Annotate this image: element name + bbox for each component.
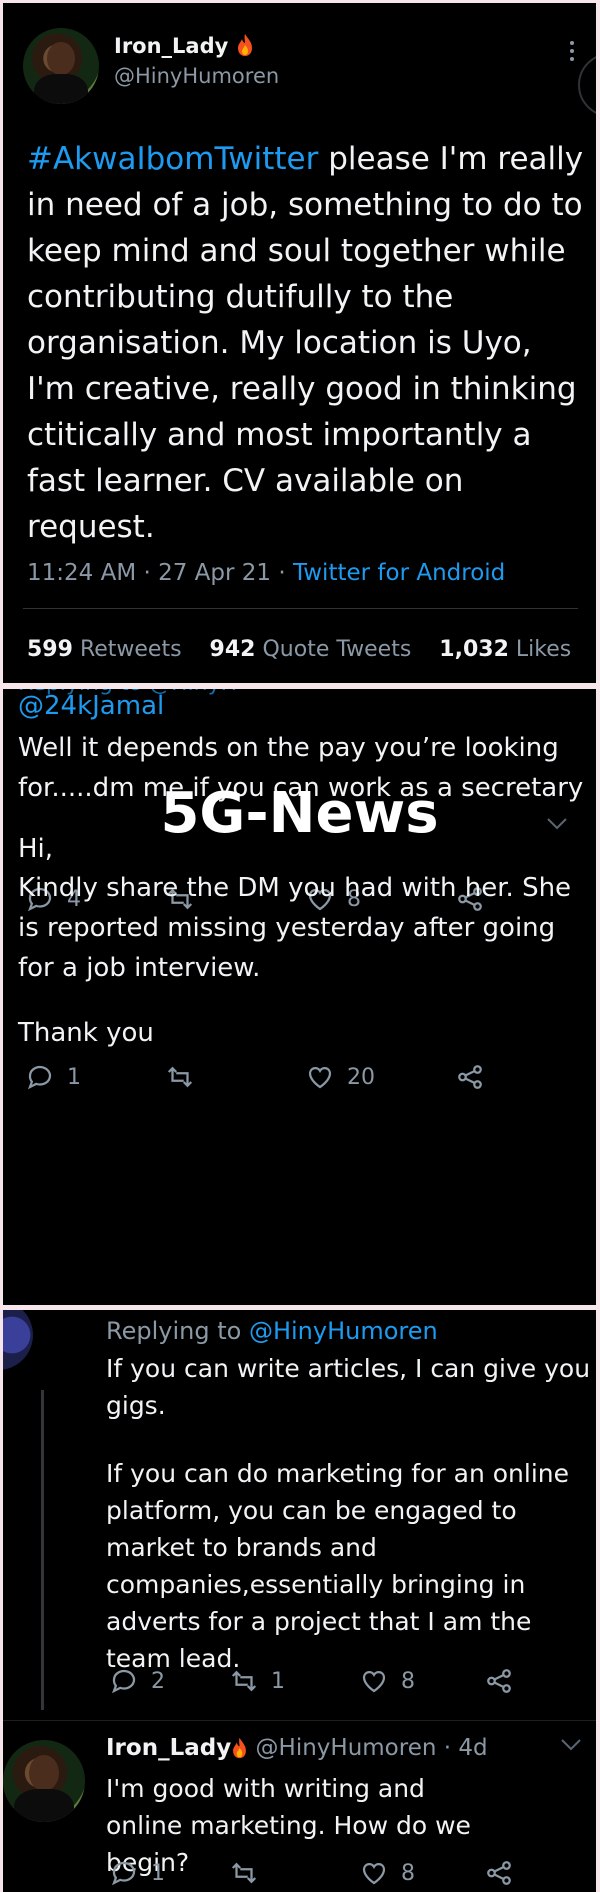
reply-author-mention[interactable]: @24kJamal <box>18 691 164 721</box>
tweet-actions: 1 8 <box>109 1858 579 1888</box>
like-button[interactable]: 8 <box>359 1858 415 1888</box>
hashtag-link[interactable]: #AkwaIbomTwitter <box>27 141 318 177</box>
gig-reply-paragraph: If you can write articles, I can give yo… <box>106 1354 591 1420</box>
share-button[interactable] <box>484 1666 514 1696</box>
fire-emoji-icon <box>237 34 252 56</box>
tweet-source-link[interactable]: Twitter for Android <box>293 560 505 586</box>
share-button[interactable] <box>484 1858 514 1888</box>
quote-tweets-stat[interactable]: 942 Quote Tweets <box>210 637 412 662</box>
avatar[interactable] <box>3 1310 33 1370</box>
tweet-actions: 1 20 <box>25 1062 585 1092</box>
like-icon <box>308 1066 332 1089</box>
divider <box>23 608 578 609</box>
retweet-button[interactable] <box>229 1858 271 1888</box>
tweet-text: #AkwaIbomTwitter please I'm really in ne… <box>27 136 587 550</box>
reply-icon <box>111 1669 136 1694</box>
retweet-icon <box>231 1862 257 1884</box>
reply-header: Iron_Lady @HinyHumoren · 4d <box>106 1735 488 1761</box>
thread-line <box>41 1390 44 1710</box>
tweet-date[interactable]: 27 Apr 21 <box>158 560 271 586</box>
replies-panel: Replying to @HinyH @24kJamal Well it dep… <box>3 689 596 1305</box>
retweets-stat[interactable]: 599 Retweets <box>27 637 182 662</box>
news-reply-closing: Thank you <box>18 1018 154 1048</box>
fire-emoji-icon <box>233 1737 247 1759</box>
reply-age[interactable]: · 4d <box>444 1735 488 1761</box>
share-icon <box>487 1861 511 1885</box>
retweet-button[interactable]: 1 <box>229 1666 285 1696</box>
retweet-icon <box>231 1670 257 1692</box>
side-overlay-circle <box>578 53 596 117</box>
like-icon <box>362 1862 386 1885</box>
share-icon <box>487 1669 511 1693</box>
chevron-down-icon[interactable] <box>560 1738 582 1752</box>
reply-author-handle[interactable]: @HinyHumoren <box>256 1735 437 1761</box>
tweet-actions: 2 1 8 <box>109 1666 579 1696</box>
retweet-button[interactable] <box>165 1062 207 1092</box>
engagement-stats: 599 Retweets 942 Quote Tweets 1,032 Like… <box>27 637 571 662</box>
original-tweet-panel: Iron_Lady @HinyHumoren #AkwaIbomTwitter … <box>3 3 596 683</box>
like-button[interactable]: 8 <box>359 1666 415 1696</box>
retweet-icon <box>167 1066 193 1088</box>
replying-to: Replying to @HinyHumoren <box>106 1317 438 1345</box>
reply-author-name[interactable]: Iron_Lady <box>106 1735 231 1761</box>
share-icon <box>458 1065 482 1089</box>
reply-button[interactable]: 1 <box>25 1062 81 1092</box>
reply-icon <box>27 1065 52 1090</box>
replying-to-link[interactable]: @HinyHumoren <box>249 1317 438 1345</box>
avatar[interactable] <box>3 1740 85 1822</box>
author-handle[interactable]: @HinyHumoren <box>114 64 279 88</box>
more-icon[interactable] <box>570 41 574 65</box>
gig-reply-paragraph: If you can do marketing for an online pl… <box>106 1459 569 1673</box>
share-button[interactable] <box>455 1062 485 1092</box>
author-display-name[interactable]: Iron_Lady <box>114 34 228 58</box>
tweet-body-text: please I'm really in need of a job, some… <box>27 141 584 545</box>
tweet-time[interactable]: 11:24 AM <box>27 560 136 586</box>
avatar[interactable] <box>23 28 99 104</box>
divider <box>3 1720 596 1721</box>
news-reply-greeting: Hi, <box>18 834 54 864</box>
likes-stat[interactable]: 1,032 Likes <box>439 637 571 662</box>
tweet-meta: 11:24 AM · 27 Apr 21 · Twitter for Andro… <box>27 560 506 586</box>
like-icon <box>362 1670 386 1693</box>
thread-panel: Replying to @HinyHumoren If you can writ… <box>3 1310 596 1892</box>
reply-button[interactable]: 2 <box>109 1666 165 1696</box>
reply-icon <box>111 1861 136 1886</box>
like-button[interactable]: 20 <box>305 1062 375 1092</box>
author-name-row[interactable]: Iron_Lady <box>114 33 254 58</box>
news-reply-text: Kindly share the DM you had with her. Sh… <box>18 873 572 983</box>
reply-button[interactable]: 1 <box>109 1858 165 1888</box>
